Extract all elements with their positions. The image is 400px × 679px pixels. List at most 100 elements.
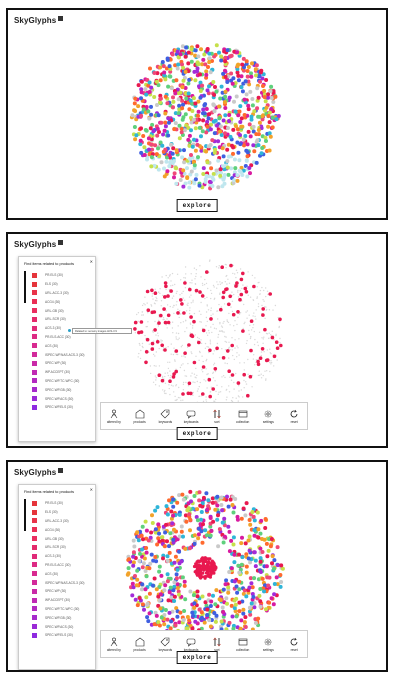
glyph-dot[interactable]: [199, 381, 201, 384]
glyph-dot[interactable]: [160, 535, 165, 540]
glyph-dot[interactable]: [174, 148, 179, 153]
glyph-dot[interactable]: [207, 592, 212, 597]
glyph-dot[interactable]: [250, 329, 253, 331]
glyph-dot[interactable]: [224, 287, 228, 292]
glyph-dot[interactable]: [247, 294, 249, 296]
glyph-dot[interactable]: [224, 281, 226, 283]
glyph-dot[interactable]: [232, 272, 234, 275]
glyph-dot[interactable]: [223, 113, 228, 118]
glyph-dot[interactable]: [238, 297, 242, 302]
glyph-dot[interactable]: [259, 151, 264, 156]
glyph-dot[interactable]: [186, 91, 191, 96]
glyph-dot[interactable]: [265, 554, 270, 559]
glyph-dot[interactable]: [132, 101, 137, 106]
glyph-dot[interactable]: [250, 510, 255, 514]
glyph-dot[interactable]: [163, 348, 167, 352]
glyph-dot[interactable]: [271, 100, 276, 104]
glyph-dot[interactable]: [252, 324, 255, 326]
glyph-dot[interactable]: [248, 522, 253, 527]
glyph-dot[interactable]: [245, 174, 250, 179]
glyph-dot[interactable]: [246, 103, 251, 108]
glyph-dot[interactable]: [221, 282, 223, 284]
glyph-dot[interactable]: [191, 593, 196, 598]
glyph-dot[interactable]: [152, 381, 155, 383]
glyph-dot[interactable]: [187, 381, 192, 386]
glyph-dot[interactable]: [266, 290, 269, 292]
glyph-dot[interactable]: [155, 377, 157, 379]
glyph-dot[interactable]: [256, 128, 261, 132]
glyph-dot[interactable]: [175, 336, 177, 338]
glyph-dot[interactable]: [157, 373, 162, 377]
glyph-dot[interactable]: [256, 359, 260, 364]
glyph-dot[interactable]: [197, 498, 202, 503]
glyph-dot[interactable]: [214, 380, 216, 382]
glyph-dot[interactable]: [238, 385, 240, 387]
glyph-dot[interactable]: [266, 308, 268, 311]
glyph-dot[interactable]: [231, 300, 234, 302]
glyph-dot[interactable]: [159, 292, 161, 295]
glyph-dot[interactable]: [147, 312, 149, 314]
glyph-dot[interactable]: [172, 584, 177, 589]
glyph-dot[interactable]: [165, 558, 170, 563]
glyph-dot[interactable]: [266, 95, 271, 100]
glyph-dot[interactable]: [144, 304, 146, 306]
glyph-dot[interactable]: [227, 113, 232, 117]
glyph-dot[interactable]: [227, 321, 230, 324]
glyph-dot[interactable]: [159, 120, 164, 125]
glyph-dot[interactable]: [140, 582, 145, 587]
glyph-dot[interactable]: [176, 97, 181, 102]
glyph-dot[interactable]: [204, 347, 207, 349]
glyph-dot[interactable]: [198, 395, 200, 398]
glyph-dot[interactable]: [154, 384, 157, 386]
glyph-dot[interactable]: [263, 336, 265, 338]
glyph-dot[interactable]: [182, 399, 184, 401]
glyph-dot[interactable]: [222, 100, 227, 105]
glyph-dot[interactable]: [164, 522, 168, 527]
glyph-dot[interactable]: [235, 517, 240, 522]
glyph-dot[interactable]: [235, 397, 237, 399]
glyph-dot[interactable]: [155, 351, 157, 353]
glyph-dot[interactable]: [224, 362, 226, 364]
glyph-dot[interactable]: [150, 372, 152, 375]
glyph-dot[interactable]: [157, 321, 161, 325]
glyph-dot[interactable]: [264, 358, 269, 363]
glyph-dot[interactable]: [179, 397, 181, 399]
glyph-dot[interactable]: [208, 332, 210, 334]
glyph-dot[interactable]: [172, 175, 176, 180]
glyph-dot[interactable]: [161, 294, 164, 297]
glyph-dot[interactable]: [200, 294, 205, 298]
glyph-dot[interactable]: [228, 134, 233, 139]
glyph-dot[interactable]: [201, 328, 206, 333]
glyph-dot[interactable]: [144, 528, 149, 533]
glyph-dot[interactable]: [162, 622, 167, 627]
glyph-dot[interactable]: [195, 269, 198, 271]
glyph-dot[interactable]: [239, 562, 244, 567]
glyph-dot[interactable]: [183, 546, 188, 551]
glyph-dot[interactable]: [140, 524, 145, 529]
glyph-dot[interactable]: [238, 120, 243, 124]
glyph-dot[interactable]: [210, 326, 212, 328]
glyph-dot[interactable]: [228, 341, 230, 343]
glyph-dot[interactable]: [162, 317, 165, 319]
glyph-dot[interactable]: [201, 111, 205, 116]
glyph-dot[interactable]: [203, 379, 205, 381]
glyph-dot[interactable]: [240, 555, 245, 560]
glyph-dot[interactable]: [226, 283, 228, 285]
glyph-dot[interactable]: [236, 563, 241, 568]
glyph-dot[interactable]: [270, 115, 275, 120]
glyph-dot[interactable]: [195, 507, 200, 512]
glyph-dot[interactable]: [139, 113, 144, 118]
glyph-dot[interactable]: [178, 316, 180, 319]
glyph-dot[interactable]: [217, 116, 222, 121]
glyph-dot[interactable]: [193, 48, 198, 53]
glyph-dot[interactable]: [205, 507, 210, 512]
glyph-dot[interactable]: [266, 124, 271, 129]
glyph-dot[interactable]: [131, 538, 136, 543]
glyph-dot[interactable]: [180, 279, 182, 281]
glyph-dot[interactable]: [196, 109, 201, 114]
glyph-dot[interactable]: [178, 337, 180, 339]
glyph-dot[interactable]: [182, 311, 186, 315]
glyph-dot[interactable]: [244, 290, 249, 294]
glyph-dot[interactable]: [208, 624, 213, 629]
glyph-dot[interactable]: [150, 304, 152, 306]
